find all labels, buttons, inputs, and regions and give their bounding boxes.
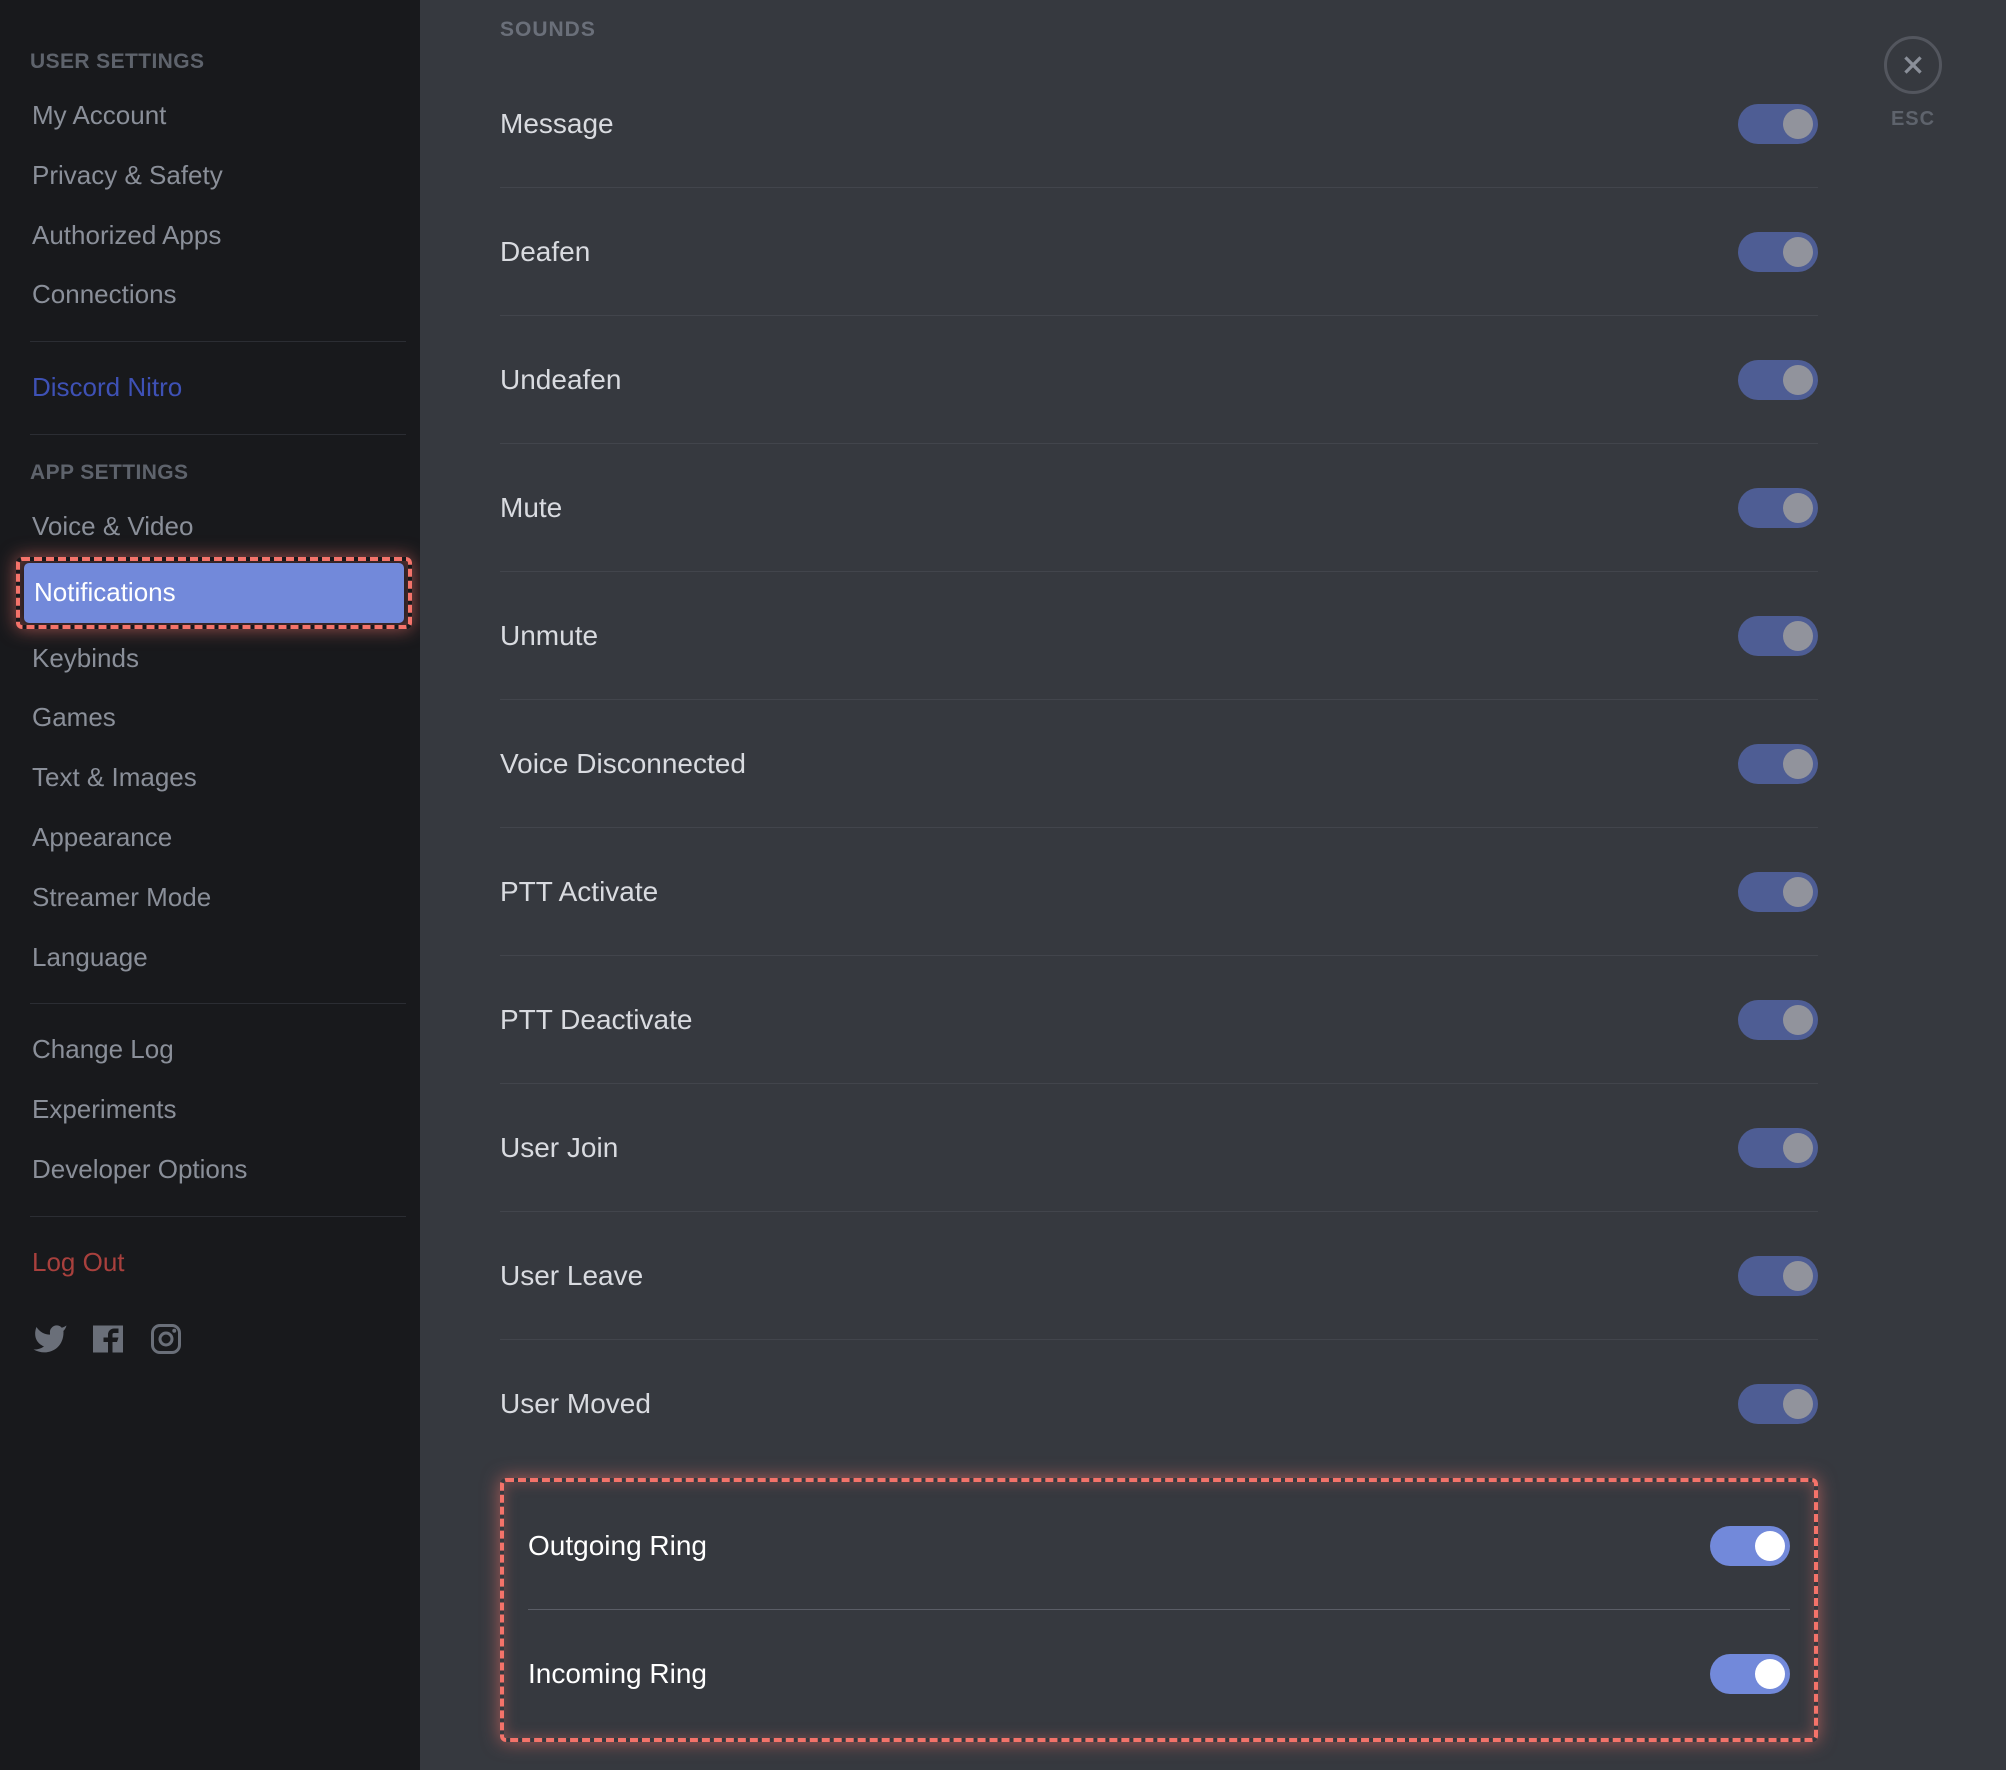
sound-label: PTT Deactivate bbox=[500, 1004, 692, 1036]
sidebar-item-log-out[interactable]: Log Out bbox=[30, 1233, 406, 1293]
sound-label: Outgoing Ring bbox=[528, 1530, 707, 1562]
sidebar-item-change-log[interactable]: Change Log bbox=[30, 1020, 406, 1080]
sound-toggle-row: Incoming Ring bbox=[528, 1610, 1790, 1738]
sound-toggle[interactable] bbox=[1738, 1128, 1818, 1168]
sidebar-item-connections[interactable]: Connections bbox=[30, 265, 406, 325]
sound-toggle-row: PTT Deactivate bbox=[500, 956, 1818, 1084]
sound-toggle[interactable] bbox=[1710, 1526, 1790, 1566]
facebook-icon[interactable] bbox=[90, 1321, 126, 1362]
sound-toggle-row: Deafen bbox=[500, 188, 1818, 316]
annotation-highlight-notifications: Notifications bbox=[16, 557, 412, 629]
sidebar-item-privacy-safety[interactable]: Privacy & Safety bbox=[30, 146, 406, 206]
toggle-knob bbox=[1783, 621, 1813, 651]
sidebar-item-experiments[interactable]: Experiments bbox=[30, 1080, 406, 1140]
toggle-knob bbox=[1783, 1133, 1813, 1163]
sound-label: Incoming Ring bbox=[528, 1658, 707, 1690]
toggle-knob bbox=[1783, 365, 1813, 395]
sidebar-item-notifications[interactable]: Notifications bbox=[24, 563, 404, 623]
twitter-icon[interactable] bbox=[32, 1321, 68, 1362]
sound-toggle-row: User Join bbox=[500, 1084, 1818, 1212]
sound-toggle[interactable] bbox=[1738, 744, 1818, 784]
sounds-list: Message Deafen Undeafen Mute Unmute Voice Dis… bbox=[500, 60, 1818, 1468]
sound-label: PTT Activate bbox=[500, 876, 658, 908]
esc-label: ESC bbox=[1884, 108, 1942, 131]
sound-toggle-row: PTT Activate bbox=[500, 828, 1818, 956]
toggle-knob bbox=[1783, 493, 1813, 523]
sound-toggle-row: Mute bbox=[500, 444, 1818, 572]
sidebar-item-my-account[interactable]: My Account bbox=[30, 86, 406, 146]
sound-toggle-row: Message bbox=[500, 60, 1818, 188]
annotation-highlight-ring-toggles: Outgoing Ring Incoming Ring bbox=[500, 1478, 1818, 1742]
sound-toggle-row: User Moved bbox=[500, 1340, 1818, 1468]
sound-label: Undeafen bbox=[500, 364, 621, 396]
sound-label: Unmute bbox=[500, 620, 598, 652]
sidebar-item-voice-video[interactable]: Voice & Video bbox=[30, 497, 406, 557]
sound-toggle[interactable] bbox=[1738, 1000, 1818, 1040]
sound-label: Deafen bbox=[500, 236, 590, 268]
app-settings-header: APP SETTINGS bbox=[30, 451, 406, 497]
sound-label: Mute bbox=[500, 492, 562, 524]
sound-toggle[interactable] bbox=[1738, 232, 1818, 272]
divider bbox=[30, 341, 406, 342]
sound-label: Message bbox=[500, 108, 614, 140]
divider bbox=[30, 1216, 406, 1217]
sound-toggle[interactable] bbox=[1738, 360, 1818, 400]
toggle-knob bbox=[1783, 1261, 1813, 1291]
toggle-knob bbox=[1783, 1005, 1813, 1035]
sound-toggle[interactable] bbox=[1738, 1256, 1818, 1296]
sound-toggle-row: Voice Disconnected bbox=[500, 700, 1818, 828]
sound-toggle-row: Outgoing Ring bbox=[528, 1482, 1790, 1610]
social-links bbox=[30, 1293, 406, 1362]
settings-content: SOUNDS Message Deafen Undeafen Mute Unmute Vo… bbox=[420, 0, 2006, 1770]
sound-toggle-row: User Leave bbox=[500, 1212, 1818, 1340]
sidebar-item-games[interactable]: Games bbox=[30, 688, 406, 748]
toggle-knob bbox=[1783, 877, 1813, 907]
settings-sidebar: USER SETTINGS My Account Privacy & Safet… bbox=[0, 0, 420, 1770]
close-area: ESC bbox=[1884, 36, 1942, 131]
sidebar-item-text-images[interactable]: Text & Images bbox=[30, 748, 406, 808]
sound-toggle-row: Undeafen bbox=[500, 316, 1818, 444]
sound-label: Voice Disconnected bbox=[500, 748, 746, 780]
sound-toggle-row: Unmute bbox=[500, 572, 1818, 700]
divider bbox=[30, 1003, 406, 1004]
sound-toggle[interactable] bbox=[1738, 1384, 1818, 1424]
toggle-knob bbox=[1783, 1389, 1813, 1419]
sidebar-item-appearance[interactable]: Appearance bbox=[30, 808, 406, 868]
toggle-knob bbox=[1783, 109, 1813, 139]
sidebar-item-discord-nitro[interactable]: Discord Nitro bbox=[30, 358, 406, 418]
sound-label: User Moved bbox=[500, 1388, 651, 1420]
sidebar-item-streamer-mode[interactable]: Streamer Mode bbox=[30, 868, 406, 928]
toggle-knob bbox=[1783, 749, 1813, 779]
sidebar-item-language[interactable]: Language bbox=[30, 928, 406, 988]
instagram-icon[interactable] bbox=[148, 1321, 184, 1362]
sound-label: User Join bbox=[500, 1132, 618, 1164]
user-settings-header: USER SETTINGS bbox=[30, 40, 406, 86]
settings-window: USER SETTINGS My Account Privacy & Safet… bbox=[0, 0, 2006, 1770]
sound-toggle[interactable] bbox=[1738, 872, 1818, 912]
toggle-knob bbox=[1783, 237, 1813, 267]
sound-toggle[interactable] bbox=[1710, 1654, 1790, 1694]
sound-toggle[interactable] bbox=[1738, 488, 1818, 528]
sound-toggle[interactable] bbox=[1738, 616, 1818, 656]
sidebar-item-developer-options[interactable]: Developer Options bbox=[30, 1140, 406, 1200]
close-button[interactable] bbox=[1884, 36, 1942, 94]
sound-toggle[interactable] bbox=[1738, 104, 1818, 144]
toggle-knob bbox=[1755, 1531, 1785, 1561]
sound-label: User Leave bbox=[500, 1260, 643, 1292]
toggle-knob bbox=[1755, 1659, 1785, 1689]
sounds-section-title: SOUNDS bbox=[500, 10, 1952, 60]
divider bbox=[30, 434, 406, 435]
sidebar-item-keybinds[interactable]: Keybinds bbox=[30, 629, 406, 689]
sidebar-item-authorized-apps[interactable]: Authorized Apps bbox=[30, 206, 406, 266]
